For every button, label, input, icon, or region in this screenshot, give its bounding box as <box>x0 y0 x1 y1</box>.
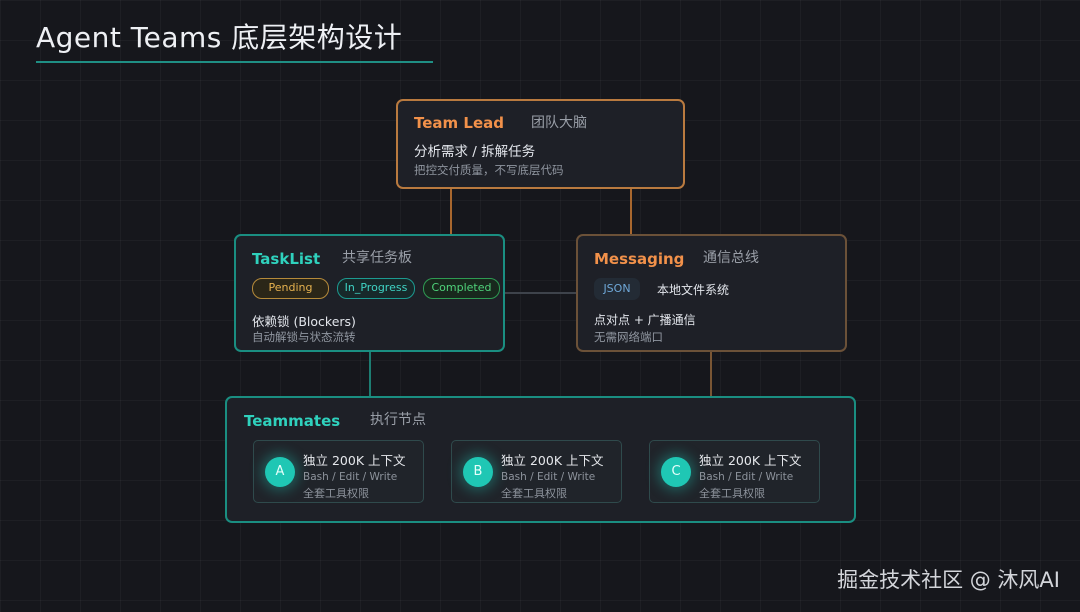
teammate-context: 独立 200K 上下文 <box>501 453 604 468</box>
teammate-avatar: A <box>265 457 295 487</box>
teammate-tools: Bash / Edit / Write <box>303 471 398 483</box>
watermark: 掘金技术社区 @ 沐风AI <box>837 568 1060 592</box>
messaging-title: Messaging <box>594 250 685 268</box>
json-tag: JSON <box>594 278 640 300</box>
teammates-title: Teammates <box>244 412 341 430</box>
messaging-subtitle: 通信总线 <box>703 250 759 266</box>
teammate-node-a: A 独立 200K 上下文 Bash / Edit / Write 全套工具权限 <box>253 440 424 503</box>
teammate-permissions: 全套工具权限 <box>501 487 567 500</box>
page-title: Agent Teams 底层架构设计 <box>36 21 403 54</box>
messaging-tag-text: 本地文件系统 <box>657 283 730 297</box>
teammates-card: Teammates 执行节点 A 独立 200K 上下文 Bash / Edit… <box>225 396 856 523</box>
teammate-permissions: 全套工具权限 <box>699 487 765 500</box>
connector-lead-to-tasklist <box>450 189 452 235</box>
connector-tasklist-to-teammates <box>369 351 371 397</box>
teammate-context: 独立 200K 上下文 <box>699 453 802 468</box>
tasklist-title: TaskList <box>252 250 321 268</box>
tasklist-card: TaskList 共享任务板 Pending In_Progress Compl… <box>234 234 505 352</box>
connector-tasklist-to-messaging <box>504 292 577 294</box>
messaging-card: Messaging 通信总线 JSON 本地文件系统 点对点 + 广播通信 无需… <box>576 234 847 352</box>
teammate-node-c: C 独立 200K 上下文 Bash / Edit / Write 全套工具权限 <box>649 440 820 503</box>
messaging-line2: 无需网络端口 <box>594 330 663 344</box>
tasklist-line2: 自动解锁与状态流转 <box>252 330 356 344</box>
teammate-permissions: 全套工具权限 <box>303 487 369 500</box>
teammate-tools: Bash / Edit / Write <box>699 471 794 483</box>
teammate-tools: Bash / Edit / Write <box>501 471 596 483</box>
team-lead-title: Team Lead <box>414 114 504 132</box>
team-lead-card: Team Lead 团队大脑 分析需求 / 拆解任务 把控交付质量，不写底层代码 <box>396 99 685 189</box>
connector-messaging-to-teammates <box>710 351 712 397</box>
connector-lead-to-messaging <box>630 189 632 235</box>
tasklist-line1: 依赖锁 (Blockers) <box>252 314 356 329</box>
status-pill-pending: Pending <box>252 278 329 299</box>
team-lead-line1: 分析需求 / 拆解任务 <box>414 144 536 160</box>
teammate-avatar: C <box>661 457 691 487</box>
teammates-subtitle: 执行节点 <box>370 412 426 428</box>
title-underline <box>36 61 433 63</box>
status-pill-completed: Completed <box>423 278 500 299</box>
teammate-node-b: B 独立 200K 上下文 Bash / Edit / Write 全套工具权限 <box>451 440 622 503</box>
messaging-line1: 点对点 + 广播通信 <box>594 313 696 327</box>
team-lead-line2: 把控交付质量，不写底层代码 <box>414 163 564 177</box>
team-lead-subtitle: 团队大脑 <box>531 115 587 131</box>
status-pill-in-progress: In_Progress <box>337 278 415 299</box>
teammate-context: 独立 200K 上下文 <box>303 453 406 468</box>
tasklist-subtitle: 共享任务板 <box>342 250 412 266</box>
teammate-avatar: B <box>463 457 493 487</box>
